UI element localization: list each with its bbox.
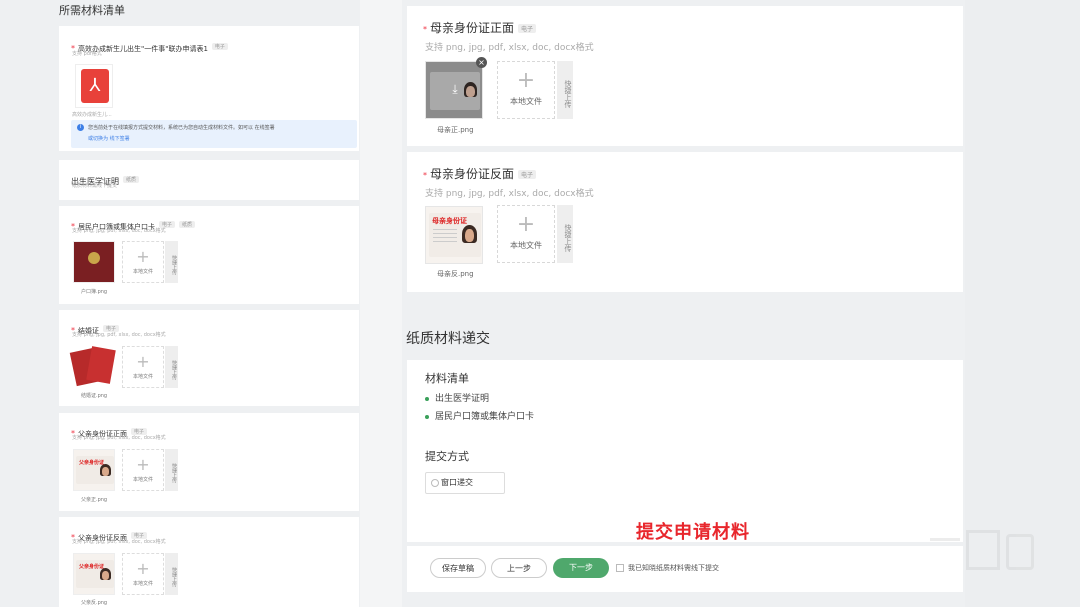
paper-hint: 纸质材料需线下提交 (72, 183, 118, 189)
card-title: 母亲身份证正面 (430, 21, 515, 35)
tag-electronic: 电子 (518, 24, 537, 33)
next-step-button[interactable]: 下一步 (553, 558, 609, 578)
material-card-father-back: * 父亲身份证反面 电子 支持 png, jpg, pdf, xlsx, doc, … (59, 517, 359, 607)
material-card-marriage: * 结婚证 电子 支持 png, jpg, pdf, xlsx, doc, docx… (59, 310, 359, 406)
id-card-image: 父亲身份证 (76, 560, 114, 588)
tag-electronic: 电子 (211, 43, 228, 50)
material-list-item: 出生医学证明 (425, 391, 489, 404)
pdf-file-name: 高效办成新生儿... (72, 112, 112, 118)
id-card-red-text: 父亲身份证 (79, 460, 105, 466)
pdf-file-thumb[interactable]: ⅄ (75, 64, 113, 108)
mother-id-back-thumb[interactable]: 母亲身份证 (425, 206, 483, 264)
info-text-link[interactable]: 或切换为 线下签署 (88, 135, 130, 142)
portrait-face (466, 86, 475, 97)
footer-bar: 保存草稿 上一步 下一步 我已知晓纸质材料需线下提交 (407, 546, 963, 592)
tag-paper: 纸质 (179, 221, 196, 228)
quick-upload-button[interactable]: 快捷上传 (165, 553, 178, 595)
card-title: 母亲身份证反面 (430, 167, 515, 181)
id-card-red-text: 父亲身份证 (79, 564, 105, 570)
material-card-birth-cert: 出生医学证明 纸质 纸质材料需线下提交 (59, 160, 359, 200)
info-text: 您当前处于在线填报方式提交材料，系统已为您自动生成材料文件。如可以 在线签署 (88, 125, 275, 131)
download-icon: ⤓ (452, 82, 458, 96)
file-name: 父亲反.png (81, 600, 108, 606)
id-card-image: 母亲身份证 (429, 213, 481, 257)
save-draft-button[interactable]: 保存草稿 (430, 558, 486, 578)
upload-local-file[interactable]: + 本地文件 (497, 205, 555, 263)
marriage-cert-thumb[interactable] (69, 346, 116, 388)
id-card-image: ⤓ (430, 72, 480, 110)
watermark-logo (930, 530, 1040, 578)
file-name: 父亲正.png (81, 497, 108, 503)
household-book-thumb[interactable] (73, 241, 115, 283)
paper-materials-card: 材料清单 出生医学证明 居民户口簿或集体户口卡 提交方式 窗口递交 (407, 360, 963, 542)
bullet-dot (425, 414, 429, 419)
pdf-icon: ⅄ (81, 69, 109, 103)
file-name: 母亲正.png (437, 126, 474, 134)
gutter (360, 0, 402, 607)
format-hint: 支持 png, jpg, pdf, xlsx, doc, docx格式 (425, 189, 594, 199)
quick-upload-button[interactable]: 快捷上传 (165, 241, 178, 283)
upload-local-file[interactable]: + 本地文件 (122, 241, 164, 283)
format-hint: 支持 png, jpg, pdf, xlsx, doc, docx格式 (425, 43, 594, 53)
quick-upload-button[interactable]: 快捷上传 (557, 61, 573, 119)
confirm-checkbox[interactable] (616, 564, 624, 572)
paper-section-title: 纸质材料递交 (406, 331, 490, 347)
format-hint: 支持 png, jpg, pdf, xlsx, doc, docx格式 (72, 435, 166, 441)
portrait-face (465, 229, 474, 242)
portrait-face (102, 467, 109, 476)
format-hint: 支持 png, jpg, pdf, xlsx, doc, docx格式 (72, 539, 166, 545)
material-list-item: 居民户口簿或集体户口卡 (425, 409, 534, 422)
quick-upload-button[interactable]: 快捷上传 (557, 205, 573, 263)
materials-title: 材料清单 (425, 372, 469, 385)
material-card-mother-back: * 母亲身份证反面 电子 支持 png, jpg, pdf, xlsx, doc, … (407, 152, 963, 292)
upload-local-file[interactable]: + 本地文件 (497, 61, 555, 119)
required-mark: * (423, 171, 427, 180)
portrait-face (102, 571, 109, 580)
prev-step-button[interactable]: 上一步 (491, 558, 547, 578)
father-id-back-thumb[interactable]: 父亲身份证 (73, 553, 115, 595)
left-panel-heading: 所需材料清单 (59, 4, 125, 17)
submit-method-title: 提交方式 (425, 450, 469, 463)
delete-file-icon[interactable]: × (476, 57, 487, 68)
quick-upload-button[interactable]: 快捷上传 (165, 346, 178, 388)
video-caption: 提交申请材料 (636, 522, 750, 543)
radio-icon (431, 478, 439, 487)
tag-paper: 纸质 (123, 176, 140, 183)
household-book-emblem (88, 252, 100, 264)
material-card-application: * 高效办成新生儿出生"一件事"联办申请表1 电子 支持 pdf格式 ⅄ 高效办成新… (59, 26, 359, 151)
id-card-image: 父亲身份证 (76, 456, 114, 484)
bullet-dot (425, 396, 429, 401)
required-mark: * (423, 25, 427, 34)
marriage-cert-book-2 (86, 346, 116, 384)
upload-local-file[interactable]: + 本地文件 (122, 449, 164, 491)
father-id-front-thumb[interactable]: 父亲身份证 (73, 449, 115, 491)
right-background (965, 0, 1080, 607)
quick-upload-button[interactable]: 快捷上传 (165, 449, 178, 491)
id-card-red-text: 母亲身份证 (432, 217, 467, 225)
file-name: 结婚证.png (81, 393, 108, 399)
format-hint: 支持 png, jpg, pdf, xlsx, doc, docx格式 (72, 332, 166, 338)
upload-local-file[interactable]: + 本地文件 (122, 346, 164, 388)
upload-local-file[interactable]: + 本地文件 (122, 553, 164, 595)
format-hint: 支持 png, jpg, pdf, xlsx, doc, docx格式 (72, 228, 166, 234)
material-card-household: * 居民户口簿或集体户口卡 电子 纸质 支持 png, jpg, pdf, xlsx,… (59, 206, 359, 304)
mother-id-front-thumb[interactable]: ⤓ × (425, 57, 487, 119)
id-card-lines (433, 229, 457, 245)
tag-electronic: 电子 (518, 170, 537, 179)
file-name: 母亲反.png (437, 270, 474, 278)
confirm-text: 我已知晓纸质材料需线下提交 (628, 564, 719, 572)
info-banner: i 您当前处于在线填报方式提交材料，系统已为您自动生成材料文件。如可以 在线签署… (71, 120, 357, 148)
info-icon: i (77, 124, 84, 131)
file-name: 户口簿.png (81, 289, 108, 295)
material-card-mother-front: * 母亲身份证正面 电子 支持 png, jpg, pdf, xlsx, doc, … (407, 6, 963, 146)
submit-method-option[interactable]: 窗口递交 (425, 472, 505, 494)
material-card-father-front: * 父亲身份证正面 电子 支持 png, jpg, pdf, xlsx, doc, … (59, 413, 359, 511)
format-hint: 支持 pdf格式 (72, 51, 102, 57)
